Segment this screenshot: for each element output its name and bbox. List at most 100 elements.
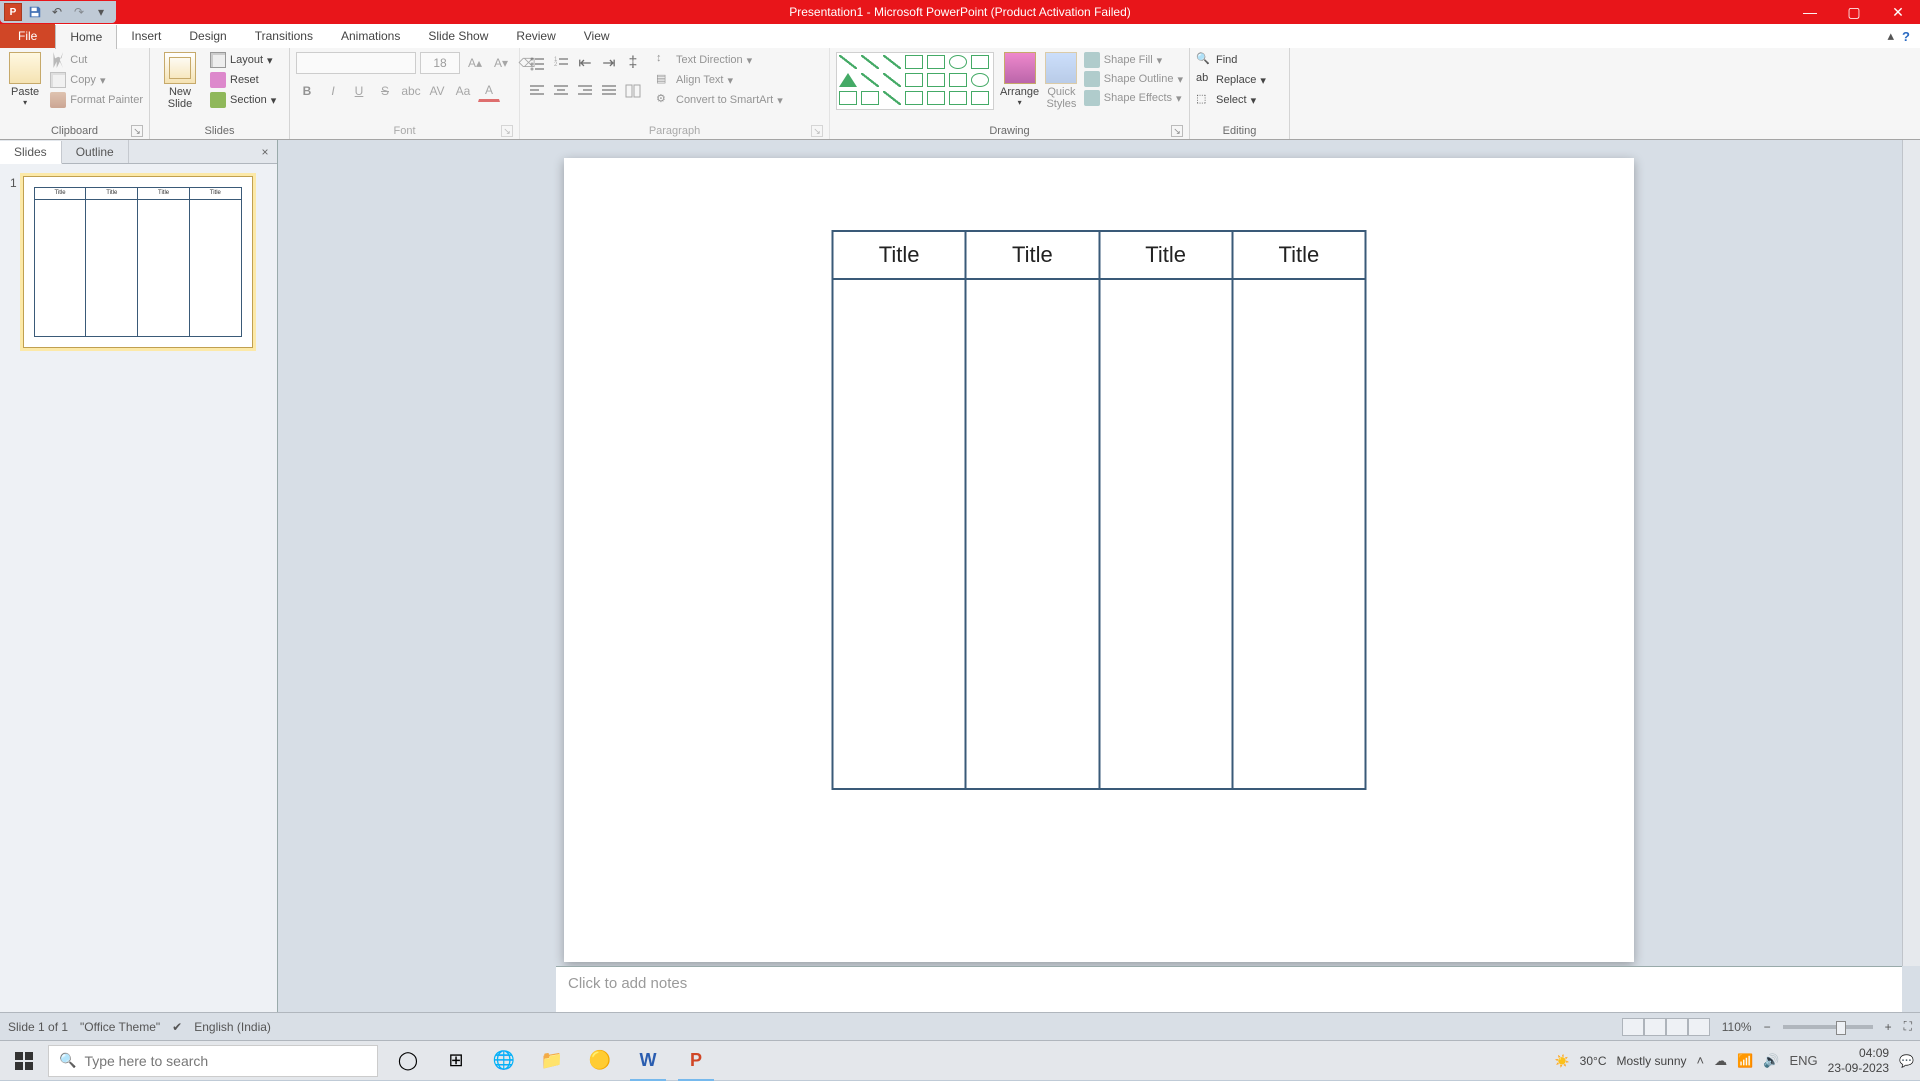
cortana-icon[interactable]: ◯ [384,1041,432,1081]
find-button[interactable]: 🔍Find [1196,52,1266,68]
language-tray[interactable]: ENG [1789,1053,1817,1069]
zoom-slider[interactable] [1783,1025,1873,1029]
italic-button[interactable]: I [322,80,344,102]
numbering-button[interactable]: 12 [550,52,572,74]
shapes-gallery[interactable] [836,52,994,110]
clock[interactable]: 04:09 23-09-2023 [1828,1046,1889,1075]
help-icon[interactable]: ? [1902,29,1910,44]
undo-icon[interactable]: ↶ [46,1,68,23]
zoom-in-button[interactable]: + [1885,1020,1892,1034]
slides-tab[interactable]: Slides [0,141,62,164]
close-pane-icon[interactable]: × [253,140,277,163]
slide-table[interactable]: Title Title Title Title [832,230,1367,790]
tab-design[interactable]: Design [175,24,240,48]
font-color-button[interactable]: A [478,80,500,102]
table-cell[interactable] [1232,279,1365,789]
normal-view-button[interactable] [1622,1018,1644,1036]
arrange-button[interactable]: Arrange▾ [1000,52,1039,107]
powerpoint-icon[interactable]: P [672,1041,720,1081]
zoom-out-button[interactable]: − [1764,1020,1771,1034]
spellcheck-icon[interactable]: ✔ [172,1020,182,1034]
paragraph-launcher[interactable]: ↘ [811,125,823,137]
task-view-icon[interactable]: ⊞ [432,1041,480,1081]
table-header-cell[interactable]: Title [1232,231,1365,279]
tab-file[interactable]: File [0,24,55,48]
edge-icon[interactable]: 🌐 [480,1041,528,1081]
underline-button[interactable]: U [348,80,370,102]
decrease-indent-button[interactable]: ⇤ [574,52,596,74]
drawing-launcher[interactable]: ↘ [1171,125,1183,137]
quick-styles-button[interactable]: Quick Styles [1045,52,1078,110]
tab-home[interactable]: Home [55,25,117,49]
tray-chevron-icon[interactable]: ˄ [1697,1053,1705,1069]
font-size-input[interactable] [420,52,460,74]
align-left-button[interactable] [526,80,548,102]
shape-effects-button[interactable]: Shape Effects ▾ [1084,90,1183,106]
justify-button[interactable] [598,80,620,102]
columns-button[interactable] [622,80,644,102]
table-cell[interactable] [833,279,966,789]
format-painter-button[interactable]: Format Painter [50,92,143,108]
notes-pane[interactable]: Click to add notes [556,966,1902,1012]
slide-thumbnail[interactable]: Title Title Title Title [23,176,253,348]
line-spacing-button[interactable]: ‡ [622,52,644,74]
font-name-input[interactable] [296,52,416,74]
reading-view-button[interactable] [1666,1018,1688,1036]
char-spacing-button[interactable]: AV [426,80,448,102]
clipboard-launcher[interactable]: ↘ [131,125,143,137]
cut-button[interactable]: Cut [50,52,143,68]
paste-button[interactable]: Paste ▾ [6,52,44,107]
app-icon[interactable]: P [4,3,22,21]
tab-animations[interactable]: Animations [327,24,414,48]
qat-customize-icon[interactable]: ▾ [90,1,112,23]
tab-view[interactable]: View [570,24,624,48]
tab-insert[interactable]: Insert [117,24,175,48]
onedrive-icon[interactable]: ☁ [1714,1053,1727,1069]
grow-font-button[interactable]: A▴ [464,52,486,74]
shrink-font-button[interactable]: A▾ [490,52,512,74]
outline-tab[interactable]: Outline [62,140,129,163]
align-center-button[interactable] [550,80,572,102]
align-text-button[interactable]: ▤Align Text ▾ [656,72,783,88]
shadow-button[interactable]: abc [400,80,422,102]
chrome-icon[interactable]: 🟡 [576,1041,624,1081]
fit-to-window-button[interactable]: ⛶ [1904,1019,1912,1034]
slide[interactable]: Title Title Title Title [564,158,1634,962]
increase-indent-button[interactable]: ⇥ [598,52,620,74]
bold-button[interactable]: B [296,80,318,102]
convert-smartart-button[interactable]: ⚙Convert to SmartArt ▾ [656,92,783,108]
tab-transitions[interactable]: Transitions [241,24,327,48]
taskbar-search[interactable]: 🔍 Type here to search [48,1045,378,1077]
redo-icon[interactable]: ↷ [68,1,90,23]
language-indicator[interactable]: English (India) [194,1020,271,1034]
tab-slideshow[interactable]: Slide Show [414,24,502,48]
explorer-icon[interactable]: 📁 [528,1041,576,1081]
notifications-icon[interactable]: 💬 [1899,1054,1914,1068]
volume-icon[interactable]: 🔊 [1763,1053,1779,1069]
copy-button[interactable]: Copy ▾ [50,72,143,88]
reset-button[interactable]: Reset [210,72,276,88]
minimize-button[interactable]: — [1788,0,1832,24]
table-cell[interactable] [966,279,1099,789]
tab-review[interactable]: Review [502,24,569,48]
bullets-button[interactable] [526,52,548,74]
sorter-view-button[interactable] [1644,1018,1666,1036]
replace-button[interactable]: abReplace ▾ [1196,72,1266,88]
maximize-button[interactable]: ▢ [1832,0,1876,24]
strikethrough-button[interactable]: S [374,80,396,102]
weather-icon[interactable]: ☀️ [1555,1054,1570,1068]
change-case-button[interactable]: Aa [452,80,474,102]
shape-fill-button[interactable]: Shape Fill ▾ [1084,52,1183,68]
wifi-icon[interactable]: 📶 [1737,1053,1753,1069]
slideshow-view-button[interactable] [1688,1018,1710,1036]
new-slide-button[interactable]: New Slide [156,52,204,110]
select-button[interactable]: ⬚Select ▾ [1196,92,1266,108]
table-header-cell[interactable]: Title [1099,231,1232,279]
word-icon[interactable]: W [624,1041,672,1081]
font-launcher[interactable]: ↘ [501,125,513,137]
shape-outline-button[interactable]: Shape Outline ▾ [1084,71,1183,87]
align-right-button[interactable] [574,80,596,102]
table-header-cell[interactable]: Title [833,231,966,279]
slide-canvas-area[interactable]: Title Title Title Title Click to add not… [278,140,1920,1012]
minimize-ribbon-icon[interactable]: ▴ [1888,28,1895,44]
